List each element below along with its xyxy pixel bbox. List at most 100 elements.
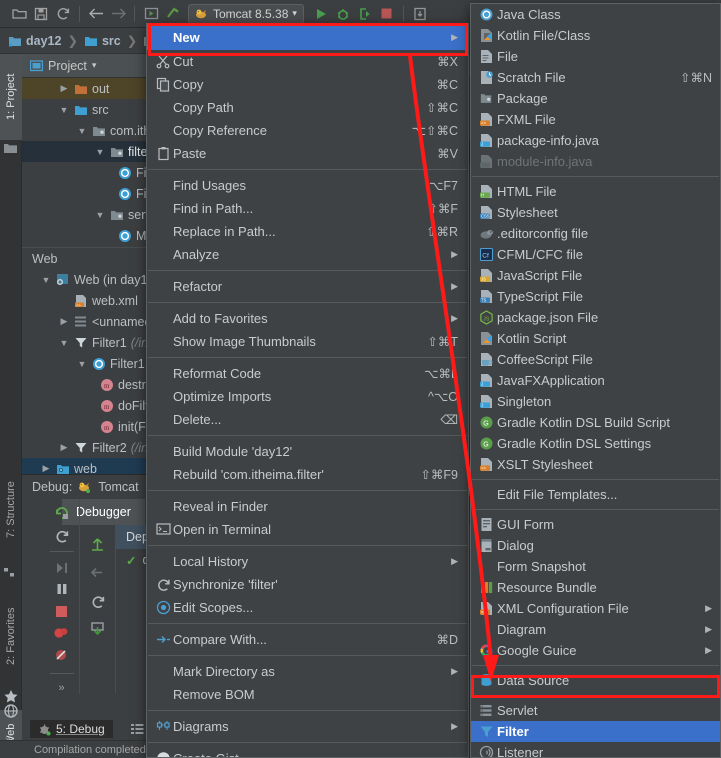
tree-twisty[interactable]: ▶ — [58, 83, 70, 94]
redeploy-icon[interactable] — [85, 587, 111, 613]
update-app-icon[interactable] — [409, 3, 431, 25]
menu-item-refactor[interactable]: Refactor ▶ — [147, 275, 468, 298]
menu-item-copy-path[interactable]: Copy Path ⇧⌘C — [147, 96, 468, 119]
sidebar-item-favorites[interactable]: 2: Favorites — [0, 586, 22, 686]
submenu-item-javafxapplication[interactable]: J JavaFXApplication — [471, 370, 720, 391]
submenu-item-listener[interactable]: Listener — [471, 742, 720, 757]
submenu-item-html-file[interactable]: H HTML File — [471, 181, 720, 202]
menu-item-add-to-favorites[interactable]: Add to Favorites ▶ — [147, 307, 468, 330]
menu-item-edit-scopes[interactable]: Edit Scopes... — [147, 596, 468, 619]
view-breakpoints-icon[interactable] — [49, 623, 75, 643]
menu-item-delete[interactable]: Delete... ⌫ — [147, 408, 468, 431]
submenu-item-gui-form[interactable]: GUI Form — [471, 514, 720, 535]
menu-item-copy[interactable]: Copy ⌘C — [147, 73, 468, 96]
back-arrow-icon[interactable] — [85, 3, 107, 25]
menu-item-analyze[interactable]: Analyze ▶ — [147, 243, 468, 266]
submenu-item-xml-configuration-file[interactable]: <> XML Configuration File ▶ — [471, 598, 720, 619]
menu-item-compare-with[interactable]: Compare With... ⌘D — [147, 628, 468, 651]
submenu-item-diagram[interactable]: Diagram ▶ — [471, 619, 720, 640]
menu-item-show-image-thumbnails[interactable]: Show Image Thumbnails ⇧⌘T — [147, 330, 468, 353]
rerun-icon[interactable] — [49, 503, 75, 523]
chevron-down-icon[interactable]: ▾ — [292, 8, 297, 19]
tree-twisty[interactable]: ▼ — [76, 126, 88, 136]
menu-item-find-usages[interactable]: Find Usages ⌥F7 — [147, 174, 468, 197]
submenu-item-file[interactable]: File — [471, 46, 720, 67]
submenu-item-kotlin-script[interactable]: Kotlin Script — [471, 328, 720, 349]
debug-icon[interactable] — [332, 3, 354, 25]
tree-twisty[interactable]: ▼ — [58, 338, 70, 348]
submenu-item-editorconfig-file[interactable]: .editorconfig file — [471, 223, 720, 244]
menu-item-build-module[interactable]: Build Module 'day12' — [147, 440, 468, 463]
submenu-item-package-json-file[interactable]: JS package.json File — [471, 307, 720, 328]
breadcrumb-item-src[interactable]: src — [84, 34, 121, 48]
menu-item-synchronize[interactable]: Synchronize 'filter' — [147, 573, 468, 596]
menu-item-create-gist[interactable]: Create Gist... — [147, 747, 468, 757]
tree-twisty[interactable]: ▼ — [58, 105, 70, 115]
run-icon[interactable] — [310, 3, 332, 25]
submenu-item-servlet[interactable]: Servlet — [471, 700, 720, 721]
submenu-item-cfml-cfc-file[interactable]: Cf CFML/CFC file — [471, 244, 720, 265]
submenu-item-google-guice[interactable]: Google Guice ▶ — [471, 640, 720, 661]
debug-toolbar-expand[interactable]: » — [58, 682, 64, 694]
sync-icon[interactable] — [52, 3, 74, 25]
submenu-item-gradle-kotlin-dsl-settings[interactable]: G Gradle Kotlin DSL Settings — [471, 433, 720, 454]
tree-twisty[interactable]: ▶ — [58, 316, 70, 327]
submenu-item-dialog[interactable]: Dialog — [471, 535, 720, 556]
tree-twisty[interactable]: ▶ — [58, 442, 70, 453]
tree-twisty[interactable]: ▶ — [40, 463, 52, 474]
submenu-item-resource-bundle[interactable]: Resource Bundle — [471, 577, 720, 598]
menu-item-paste[interactable]: Paste ⌘V — [147, 142, 468, 165]
tree-twisty[interactable]: ▼ — [94, 210, 106, 220]
run-config-icon[interactable] — [140, 3, 162, 25]
menu-item-find-in-path[interactable]: Find in Path... ⇧⌘F — [147, 197, 468, 220]
submenu-item-javascript-file[interactable]: JS JavaScript File — [471, 265, 720, 286]
menu-item-remove-bom[interactable]: Remove BOM — [147, 683, 468, 706]
tree-twisty[interactable]: ▼ — [94, 147, 106, 157]
deploy-icon[interactable] — [85, 531, 111, 557]
stop-icon[interactable] — [376, 3, 398, 25]
bottom-tab-debug[interactable]: 5: Debug — [30, 720, 113, 738]
mute-breakpoints-icon[interactable] — [49, 645, 75, 665]
build-icon[interactable] — [162, 3, 184, 25]
submenu-item-filter[interactable]: Filter — [471, 721, 720, 742]
menu-item-mark-directory-as[interactable]: Mark Directory as ▶ — [147, 660, 468, 683]
menu-item-open-in-terminal[interactable]: Open in Terminal — [147, 518, 468, 541]
menu-item-diagrams[interactable]: Diagrams ▶ — [147, 715, 468, 738]
submenu-item-gradle-kotlin-dsl-build-script[interactable]: G Gradle Kotlin DSL Build Script — [471, 412, 720, 433]
breadcrumb-item-module[interactable]: day12 — [8, 34, 61, 48]
tree-twisty[interactable]: ▼ — [76, 359, 88, 369]
submenu-item-stylesheet[interactable]: CSS Stylesheet — [471, 202, 720, 223]
download-icon[interactable] — [85, 615, 111, 641]
menu-item-local-history[interactable]: Local History ▶ — [147, 550, 468, 573]
sidebar-item-structure[interactable]: 7: Structure — [0, 458, 22, 562]
pause-icon[interactable] — [49, 580, 75, 600]
forward-arrow-icon[interactable] — [107, 3, 129, 25]
save-icon[interactable] — [30, 3, 52, 25]
menu-item-copy-reference[interactable]: Copy Reference ⌥⇧⌘C — [147, 119, 468, 142]
stop-icon[interactable] — [49, 601, 75, 621]
menu-item-reveal-in-finder[interactable]: Reveal in Finder — [147, 495, 468, 518]
submenu-item-form-snapshot[interactable]: Form Snapshot — [471, 556, 720, 577]
undeploy-icon[interactable] — [85, 559, 111, 585]
submenu-item-coffeescript-file[interactable]: CoffeeScript File — [471, 349, 720, 370]
submenu-item-xslt-stylesheet[interactable]: <> XSLT Stylesheet — [471, 454, 720, 475]
menu-item-cut[interactable]: Cut ⌘X — [147, 50, 468, 73]
submenu-item-scratch-file[interactable]: Scratch File ⇧⌘N — [471, 67, 720, 88]
tree-twisty[interactable]: ▼ — [40, 275, 52, 285]
submenu-item-package-info-java[interactable]: Jpackage-info.java — [471, 130, 720, 151]
submenu-item-package[interactable]: Package — [471, 88, 720, 109]
menu-item-replace-in-path[interactable]: Replace in Path... ⇧⌘R — [147, 220, 468, 243]
restart-icon[interactable] — [49, 525, 75, 545]
submenu-item-data-source[interactable]: Data Source — [471, 670, 720, 691]
submenu-item-fxml-file[interactable]: <> FXML File — [471, 109, 720, 130]
submenu-item-kotlin-file-class[interactable]: Kotlin File/Class — [471, 25, 720, 46]
open-folder-icon[interactable] — [8, 3, 30, 25]
run-configuration-selector[interactable]: Tomcat 8.5.38 ▾ — [188, 3, 304, 24]
menu-item-new[interactable]: New ▶ — [147, 24, 468, 50]
submenu-item-singleton[interactable]: J Singleton — [471, 391, 720, 412]
menu-item-reformat-code[interactable]: Reformat Code ⌥⌘L — [147, 362, 468, 385]
submenu-item-edit-file-templates[interactable]: Edit File Templates... — [471, 484, 720, 505]
submenu-item-java-class[interactable]: Java Class — [471, 4, 720, 25]
menu-item-optimize-imports[interactable]: Optimize Imports ^⌥O — [147, 385, 468, 408]
menu-item-rebuild[interactable]: Rebuild 'com.itheima.filter' ⇧⌘F9 — [147, 463, 468, 486]
